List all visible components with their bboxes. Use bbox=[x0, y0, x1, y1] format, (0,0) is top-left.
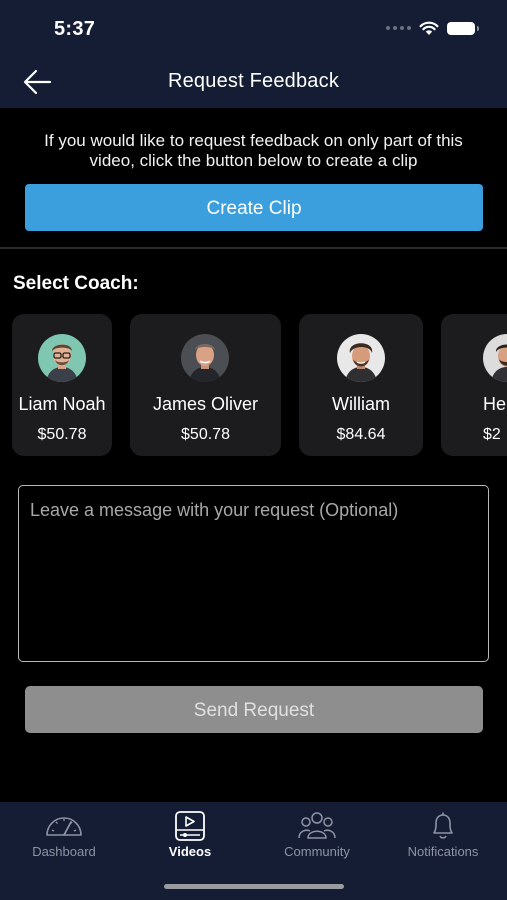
coach-name: Liam Noah bbox=[18, 394, 106, 414]
page-title: Request Feedback bbox=[167, 70, 340, 92]
tab-label: Videos bbox=[168, 844, 212, 859]
wifi-icon bbox=[419, 21, 439, 35]
coach-card[interactable]: James Oliver $50.78 bbox=[130, 314, 281, 456]
coach-card[interactable]: He $2 bbox=[441, 314, 507, 456]
message-input[interactable] bbox=[18, 485, 489, 662]
create-clip-button[interactable]: Create Clip bbox=[25, 184, 483, 231]
coach-name: He bbox=[483, 394, 507, 414]
signal-icon bbox=[386, 26, 411, 30]
avatar bbox=[337, 334, 385, 382]
tab-community[interactable]: Community bbox=[254, 802, 380, 872]
coach-price: $84.64 bbox=[336, 426, 386, 443]
tab-dashboard[interactable]: Dashboard bbox=[1, 802, 127, 872]
coach-price: $50.78 bbox=[37, 426, 87, 443]
coach-card[interactable]: William $84.64 bbox=[299, 314, 423, 456]
coach-carousel[interactable]: Liam Noah $50.78 James Oliver $50.78 Wil… bbox=[0, 314, 507, 456]
avatar bbox=[181, 334, 229, 382]
video-icon bbox=[175, 811, 205, 841]
clip-instructions: If you would like to request feedback on… bbox=[44, 131, 463, 170]
header-bar: 5:37 Request Feedback bbox=[0, 0, 507, 108]
tab-notifications[interactable]: Notifications bbox=[380, 802, 506, 872]
bell-icon bbox=[433, 812, 453, 839]
coach-card[interactable]: Liam Noah $50.78 bbox=[12, 314, 112, 456]
coach-name: James Oliver bbox=[152, 394, 259, 414]
status-icons bbox=[386, 20, 479, 36]
tab-videos[interactable]: Videos bbox=[127, 802, 253, 872]
group-icon bbox=[298, 812, 336, 839]
coach-price: $50.78 bbox=[181, 426, 230, 443]
divider bbox=[0, 247, 507, 249]
select-coach-label: Select Coach: bbox=[13, 273, 139, 294]
status-time: 5:37 bbox=[54, 18, 96, 40]
avatar bbox=[483, 334, 507, 382]
tab-label: Dashboard bbox=[32, 844, 96, 859]
coach-name: William bbox=[332, 394, 390, 414]
coach-price: $2 bbox=[483, 426, 501, 443]
tab-label: Notifications bbox=[407, 844, 479, 859]
tab-label: Community bbox=[284, 844, 350, 859]
send-request-button[interactable]: Send Request bbox=[25, 686, 483, 733]
gauge-icon bbox=[46, 817, 82, 836]
avatar bbox=[38, 334, 86, 382]
battery-icon bbox=[447, 21, 479, 35]
home-indicator[interactable] bbox=[164, 884, 344, 889]
request-feedback-screen: 5:37 Request Feedback If you would like … bbox=[0, 0, 507, 900]
